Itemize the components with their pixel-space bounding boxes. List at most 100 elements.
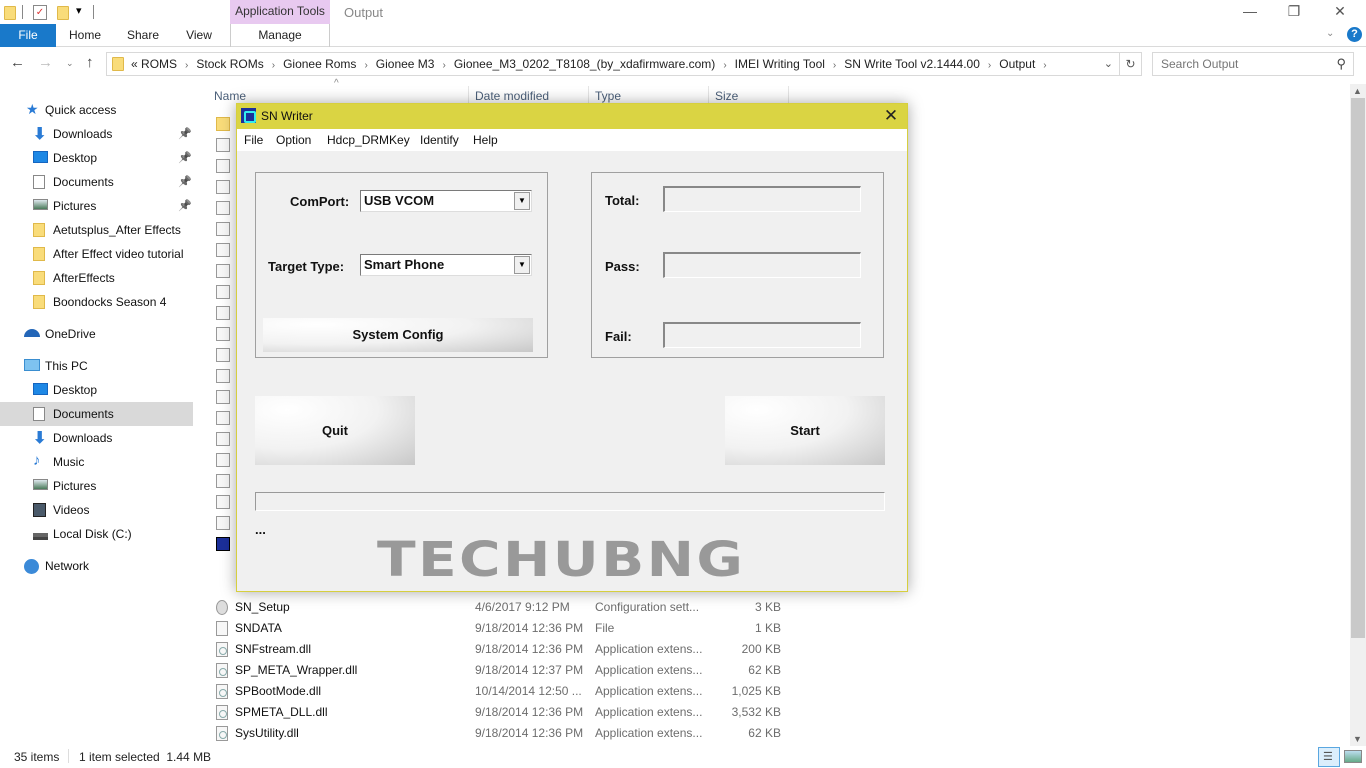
file-icon[interactable] [216,390,230,404]
minimize-button[interactable]: — [1228,0,1272,24]
breadcrumb-overflow[interactable]: « [131,57,138,71]
breadcrumb-item[interactable]: Gionee Roms [283,57,356,71]
address-bar[interactable]: « ROMS › Stock ROMs › Gionee Roms › Gionee M3 ›… [106,52,1120,76]
file-icon[interactable] [216,411,230,425]
nav-pc-local-disk-c[interactable]: Local Disk (C:) [0,522,193,546]
column-name[interactable]: Name [214,89,246,103]
file-row[interactable]: SysUtility.dll 9/18/2014 12:36 PM Applicat… [210,723,810,744]
breadcrumb-item[interactable]: IMEI Writing Tool [735,57,825,71]
menu-option[interactable]: Option [276,133,311,147]
tab-share[interactable]: Share [116,24,170,47]
large-icons-view-button[interactable] [1344,750,1362,763]
back-arrow-icon[interactable]: ← [10,54,25,71]
close-button[interactable]: ✕ [1318,0,1362,24]
dll-file-icon[interactable] [216,453,230,467]
file-row[interactable]: SPBootMode.dll 10/14/2014 12:50 ... Applic… [210,681,810,702]
refresh-button[interactable]: ↻ [1120,52,1142,76]
breadcrumb-item[interactable]: Gionee_M3_0202_T8108_(by_xdafirmware.com… [454,57,715,71]
dll-file-icon[interactable] [216,495,230,509]
breadcrumb-separator-icon[interactable]: › [723,60,726,71]
expand-ribbon-icon[interactable]: ⌄ [1326,28,1334,39]
forward-arrow-icon[interactable]: → [38,54,53,71]
dialog-close-button[interactable]: ✕ [881,106,901,126]
menu-help[interactable]: Help [473,133,498,147]
nav-quick-aftereffects[interactable]: AfterEffects [0,266,193,290]
breadcrumb-item[interactable]: Output [999,57,1035,71]
nav-quick-pictures[interactable]: Pictures 📌 [0,194,193,218]
file-row[interactable]: SNDATA 9/18/2014 12:36 PM File 1 KB [210,618,810,639]
dll-file-icon[interactable] [216,432,230,446]
breadcrumb-item[interactable]: SN Write Tool v2.1444.00 [844,57,980,71]
maximize-button[interactable]: ❐ [1272,0,1316,24]
search-icon[interactable]: ⚲ [1336,56,1346,72]
tab-view[interactable]: View [174,24,224,47]
recent-locations-icon[interactable]: ⌄ [66,58,74,69]
dll-file-icon[interactable] [216,159,230,173]
start-button[interactable]: Start [725,396,885,465]
search-box[interactable]: ⚲ [1152,52,1354,76]
nav-quick-downloads[interactable]: ⬇ Downloads 📌 [0,122,193,146]
nav-pc-videos[interactable]: Videos [0,498,193,522]
nav-quick-desktop[interactable]: Desktop 📌 [0,146,193,170]
address-dropdown-icon[interactable]: ⌄ [1104,57,1113,70]
dropdown-arrow-icon[interactable]: ▼ [514,256,530,274]
file-row[interactable]: SN_Setup 4/6/2017 9:12 PM Configuration se… [210,597,810,618]
file-row[interactable]: SPMETA_DLL.dll 9/18/2014 12:36 PM Applicat… [210,702,810,723]
nav-this-pc[interactable]: This PC [0,354,193,378]
dll-file-icon[interactable] [216,180,230,194]
dll-file-icon[interactable] [216,264,230,278]
nav-pc-documents[interactable]: Documents [0,402,193,426]
system-config-button[interactable]: System Config [263,318,533,352]
menu-hdcp-drmkey[interactable]: Hdcp_DRMKey [327,133,410,147]
scrollbar-thumb[interactable] [1351,98,1365,638]
pin-icon[interactable]: 📌 [178,127,192,140]
breadcrumb-separator-icon[interactable]: › [1043,60,1046,71]
menu-identify[interactable]: Identify [420,133,459,147]
dll-file-icon[interactable] [216,306,230,320]
dll-file-icon[interactable] [216,516,230,530]
pin-icon[interactable]: 📌 [178,175,192,188]
dll-file-icon[interactable] [216,348,230,362]
tab-manage[interactable]: Manage [230,24,330,47]
dll-file-icon[interactable] [216,369,230,383]
breadcrumb-separator-icon[interactable]: › [185,60,188,71]
breadcrumb-item[interactable]: Gionee M3 [376,57,435,71]
breadcrumb-item[interactable]: ROMS [141,57,177,71]
dll-file-icon[interactable] [216,222,230,236]
quit-button[interactable]: Quit [255,396,415,465]
properties-icon[interactable]: ✓ [33,5,47,20]
nav-quick-aetutsplus-after-effects[interactable]: Aetutsplus_After Effects [0,218,193,242]
customize-toolbar-icon[interactable]: ▾ [76,4,82,17]
sn-writer-app-icon[interactable] [216,537,230,551]
target-type-select[interactable]: Smart Phone ▼ [360,254,532,276]
help-icon[interactable]: ? [1347,27,1362,42]
breadcrumb-separator-icon[interactable]: › [442,60,445,71]
nav-pc-downloads[interactable]: ⬇ Downloads [0,426,193,450]
file-row[interactable]: SNFstream.dll 9/18/2014 12:36 PM Applicati… [210,639,810,660]
menu-file[interactable]: File [244,133,263,147]
nav-pc-pictures[interactable]: Pictures [0,474,193,498]
breadcrumb-separator-icon[interactable]: › [988,60,991,71]
nav-network[interactable]: Network [0,554,193,578]
dll-file-icon[interactable] [216,474,230,488]
nav-quick-documents[interactable]: Documents 📌 [0,170,193,194]
comport-select[interactable]: USB VCOM ▼ [360,190,532,212]
search-input[interactable] [1161,57,1331,71]
dll-file-icon[interactable] [216,285,230,299]
nav-quick-boondocks-season-4[interactable]: Boondocks Season 4 [0,290,193,314]
breadcrumb-item[interactable]: Stock ROMs [196,57,263,71]
nav-pc-music[interactable]: ♪ Music [0,450,193,474]
column-type[interactable]: Type [595,89,621,103]
pin-icon[interactable]: 📌 [178,151,192,164]
up-arrow-icon[interactable]: ↑ [86,54,94,71]
breadcrumb-separator-icon[interactable]: › [364,60,367,71]
file-row[interactable]: SP_META_Wrapper.dll 9/18/2014 12:37 PM App… [210,660,810,681]
dll-file-icon[interactable] [216,138,230,152]
dll-file-icon[interactable] [216,201,230,215]
nav-quick-access[interactable]: ★ Quick access [0,98,193,122]
dll-file-icon[interactable] [216,327,230,341]
nav-onedrive[interactable]: OneDrive [0,322,193,346]
tab-home[interactable]: Home [58,24,112,47]
folder-icon[interactable] [216,117,230,131]
new-folder-icon[interactable] [57,6,69,20]
